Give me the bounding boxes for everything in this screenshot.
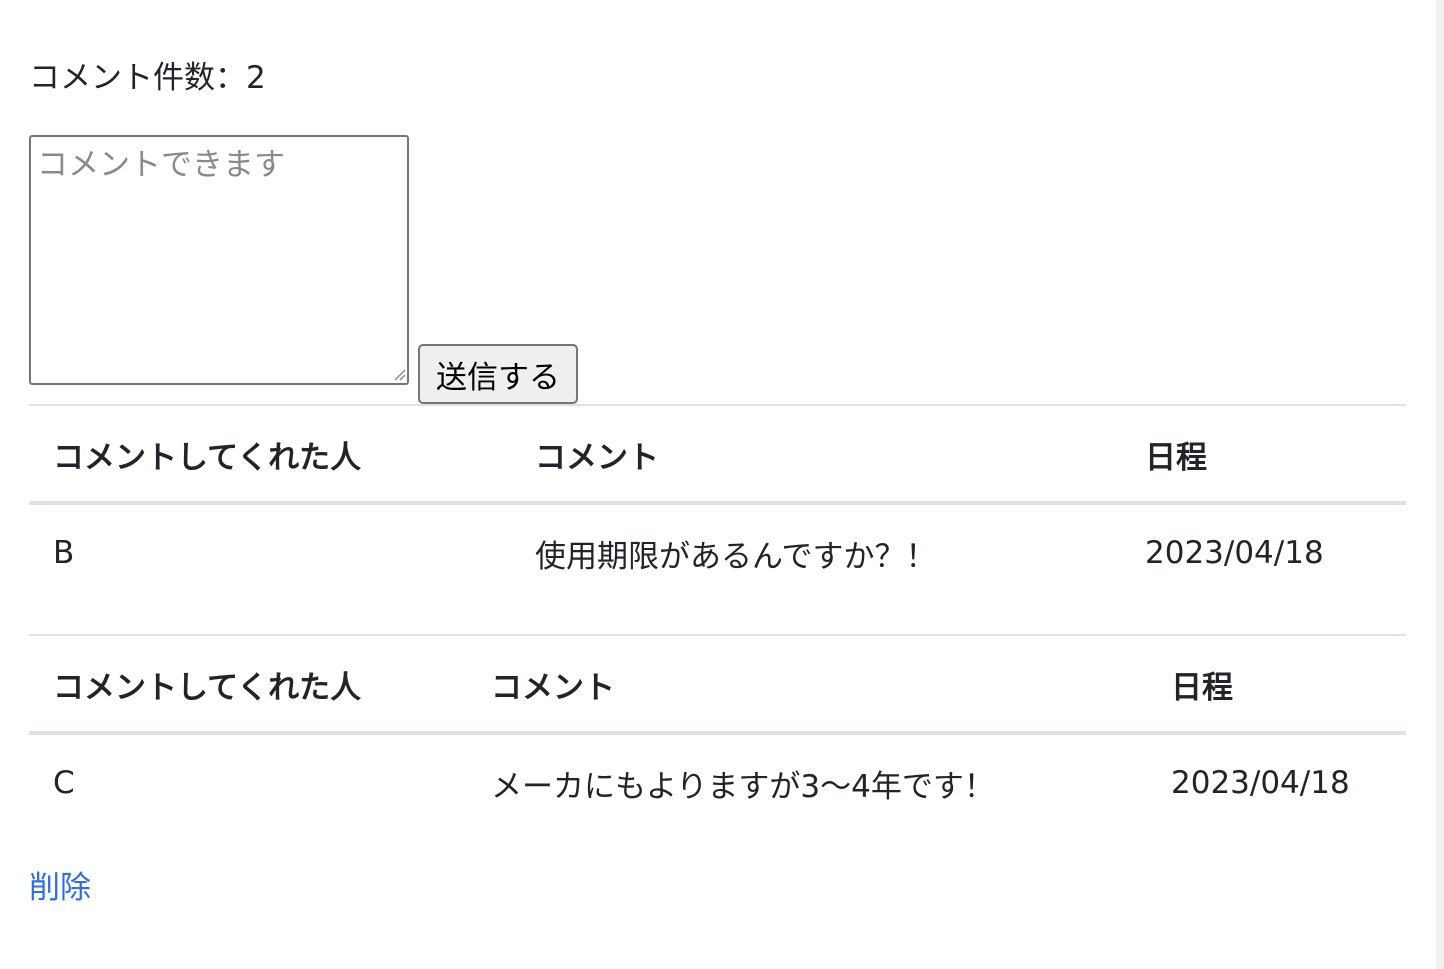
comment-date: 2023/04/18	[1145, 535, 1324, 571]
table-header-row: コメントしてくれた人 コメント 日程	[29, 635, 1406, 735]
comment-text: メーカにもよりますが3〜4年です！	[491, 768, 995, 805]
window-edge	[1436, 0, 1444, 969]
header-commenter: コメントしてくれた人	[29, 635, 467, 735]
header-comment: コメント	[511, 405, 1121, 505]
comment-input[interactable]	[29, 135, 409, 385]
header-date: 日程	[1121, 405, 1406, 505]
commenter-name: B	[53, 535, 75, 571]
header-date: 日程	[1147, 635, 1406, 735]
comment-count-label: コメント件数：	[29, 60, 246, 96]
comment-table: コメントしてくれた人 コメント 日程 B 使用期限があるんですか？！ 2023/…	[29, 404, 1406, 603]
table-header-row: コメントしてくれた人 コメント 日程	[29, 405, 1406, 505]
header-comment: コメント	[467, 635, 1147, 735]
delete-link[interactable]: 削除	[29, 868, 91, 908]
comment-count-value: 2	[246, 60, 266, 96]
comment-date: 2023/04/18	[1171, 765, 1350, 801]
commenter-name: C	[53, 765, 75, 801]
submit-button[interactable]: 送信する	[418, 344, 578, 404]
comment-count: コメント件数：2	[29, 58, 266, 98]
table-row: C メーカにもよりますが3〜4年です！ 2023/04/18	[29, 733, 1406, 833]
table-row: B 使用期限があるんですか？！ 2023/04/18	[29, 503, 1406, 603]
resize-grip-icon[interactable]	[392, 367, 406, 381]
comment-table: コメントしてくれた人 コメント 日程 C メーカにもよりますが3〜4年です！ 2…	[29, 634, 1406, 833]
comment-text: 使用期限があるんですか？！	[535, 538, 937, 575]
header-commenter: コメントしてくれた人	[29, 405, 511, 505]
